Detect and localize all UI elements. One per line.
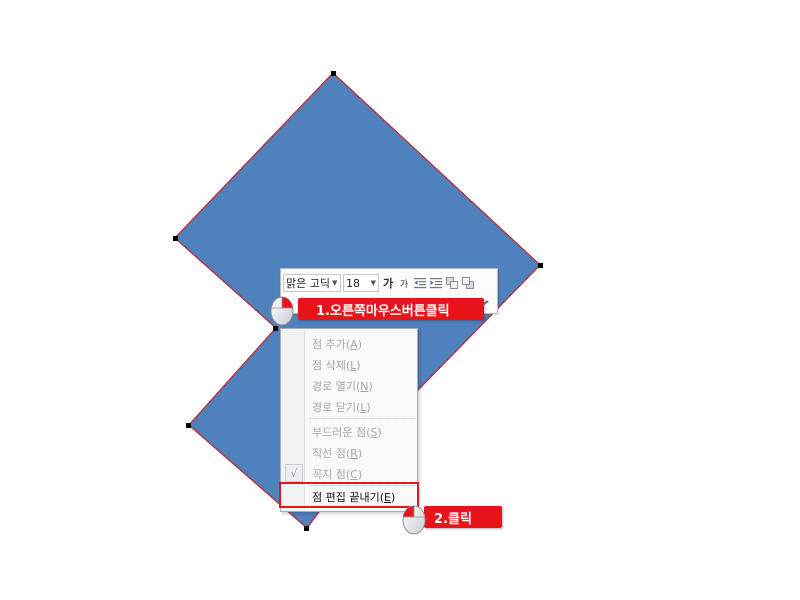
- context-menu: 점 추가(A) 점 삭제(L) 경로 열기(N) 경로 닫기(L) 부드러운 점…: [280, 328, 418, 512]
- menu-item-smooth-point[interactable]: 부드러운 점(S): [281, 421, 417, 442]
- menu-item-label: 직선 점(R): [312, 446, 363, 460]
- step1-callout: 1.오른쪽마우스버튼클릭: [298, 298, 484, 320]
- menu-item-label: 점 삭제(L): [312, 358, 361, 372]
- menu-separator: [309, 418, 415, 419]
- slide-canvas: 맑은 고딕 ▼ 18 ▼ 가 가 1.오른쪽마우스버튼클릭 점 추가(A) 점 …: [0, 0, 800, 600]
- font-size-value: 18: [346, 276, 360, 290]
- vertex-handle[interactable]: [173, 236, 178, 241]
- increase-indent-button[interactable]: [429, 274, 443, 292]
- menu-item-corner-point[interactable]: √ 꼭지 점(C): [281, 463, 417, 484]
- shrink-font-icon: 가: [399, 279, 409, 290]
- menu-item-label: 점 추가(A): [312, 337, 362, 351]
- menu-item-straight-point[interactable]: 직선 점(R): [281, 442, 417, 463]
- menu-item-delete-point[interactable]: 점 삭제(L): [281, 354, 417, 375]
- decrease-indent-button[interactable]: [413, 274, 427, 292]
- send-backward-icon: [461, 277, 474, 289]
- bring-forward-icon: [445, 277, 458, 289]
- vertex-handle[interactable]: [304, 526, 309, 531]
- mouse-left-click-icon: [402, 505, 426, 535]
- grow-font-button[interactable]: 가: [381, 274, 395, 292]
- vertex-handle[interactable]: [331, 71, 336, 76]
- vertex-handle[interactable]: [186, 423, 191, 428]
- decrease-indent-icon: [414, 278, 426, 289]
- menu-item-add-point[interactable]: 점 추가(A): [281, 333, 417, 354]
- vertex-handle[interactable]: [538, 263, 543, 268]
- menu-item-label: 경로 닫기(L): [312, 400, 371, 414]
- step2-label: 2.클릭: [434, 511, 472, 527]
- checkmark-icon: √: [285, 464, 303, 482]
- bring-forward-button[interactable]: [445, 274, 459, 292]
- menu-item-exit-edit-points[interactable]: 점 편집 끝내기(E): [281, 486, 417, 507]
- menu-item-close-path[interactable]: 경로 닫기(L): [281, 396, 417, 417]
- font-size-combo[interactable]: 18 ▼: [343, 274, 379, 292]
- chevron-down-icon[interactable]: ▼: [369, 279, 378, 287]
- font-name-value: 맑은 고딕: [286, 277, 330, 290]
- chevron-down-icon[interactable]: ▼: [330, 279, 339, 287]
- menu-item-label: 경로 열기(N): [312, 379, 373, 393]
- send-backward-button[interactable]: [461, 274, 475, 292]
- font-name-combo[interactable]: 맑은 고딕 ▼: [283, 274, 341, 292]
- menu-item-label: 꼭지 점(C): [312, 467, 363, 481]
- increase-indent-icon: [430, 278, 442, 289]
- step2-callout: 2.클릭: [424, 506, 502, 528]
- mouse-right-click-icon: [270, 296, 294, 326]
- shrink-font-button[interactable]: 가: [397, 274, 411, 292]
- step1-label: 1.오른쪽마우스버튼클릭: [316, 303, 450, 319]
- menu-item-label: 부드러운 점(S): [312, 425, 382, 439]
- grow-font-icon: 가: [382, 277, 394, 290]
- menu-item-label: 점 편집 끝내기(E): [312, 490, 396, 504]
- menu-item-open-path[interactable]: 경로 열기(N): [281, 375, 417, 396]
